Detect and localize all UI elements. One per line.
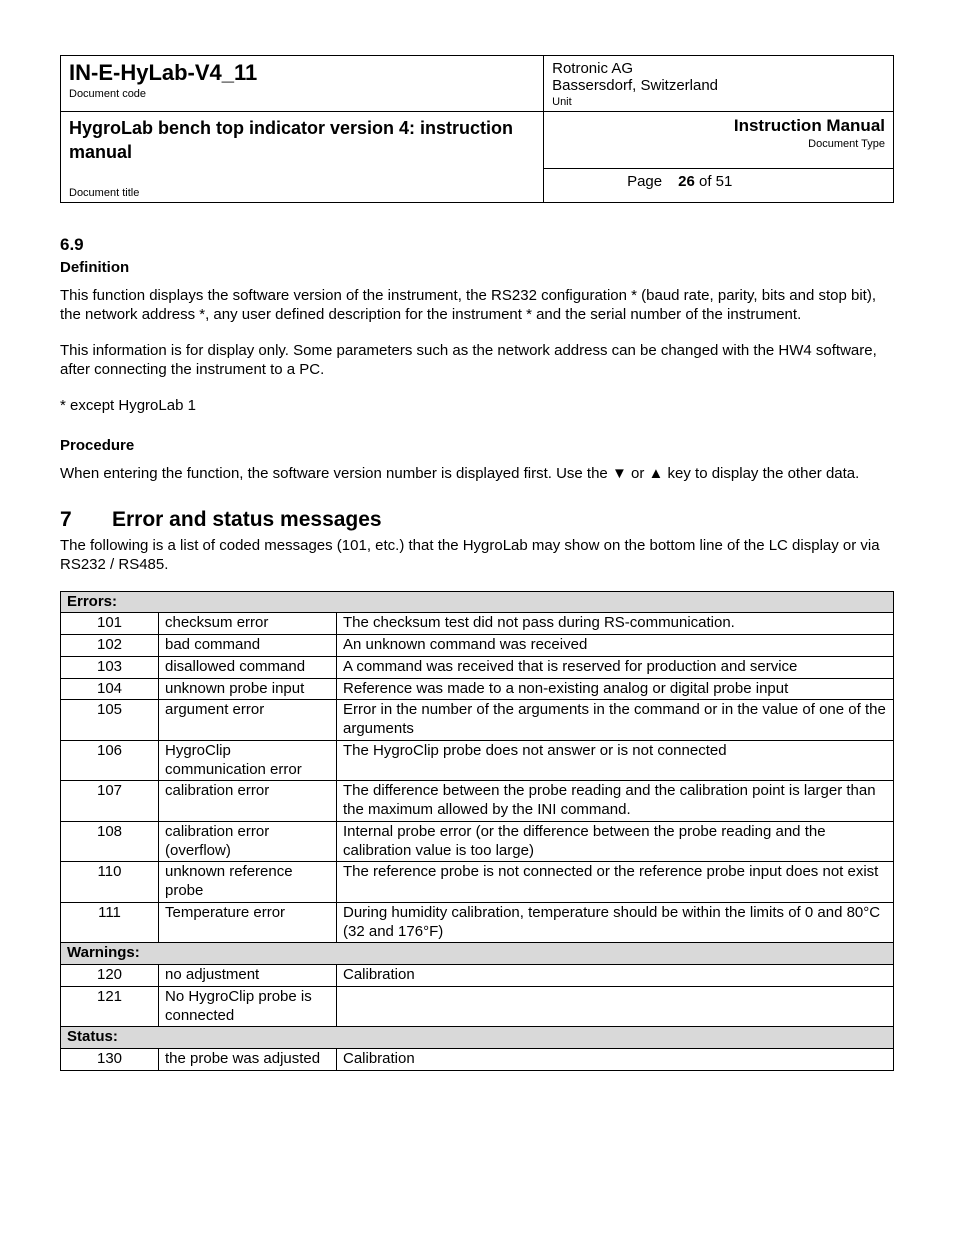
chapter-7-heading: 7Error and status messages [60, 508, 894, 532]
error-code: 130 [61, 1049, 159, 1071]
table-section-label: Warnings: [61, 943, 894, 965]
table-row: 111Temperature errorDuring humidity cali… [61, 902, 894, 943]
chapter-7-intro: The following is a list of coded message… [60, 536, 894, 575]
error-description: The HygroClip probe does not answer or i… [337, 740, 894, 781]
error-name: checksum error [159, 613, 337, 635]
table-row: 107calibration errorThe difference betwe… [61, 781, 894, 822]
error-description: During humidity calibration, temperature… [337, 902, 894, 943]
error-status-table: Errors:101checksum errorThe checksum tes… [60, 591, 894, 1071]
table-row: 101checksum errorThe checksum test did n… [61, 613, 894, 635]
error-description: Internal probe error (or the difference … [337, 821, 894, 862]
definition-paragraph-2: This information is for display only. So… [60, 341, 894, 380]
error-code: 101 [61, 613, 159, 635]
error-description: The checksum test did not pass during RS… [337, 613, 894, 635]
error-code: 105 [61, 700, 159, 741]
triangle-down-icon: ▼ [612, 465, 627, 482]
document-title: HygroLab bench top indicator version 4: … [69, 118, 513, 162]
error-name: No HygroClip probe is connected [159, 986, 337, 1027]
error-name: disallowed command [159, 656, 337, 678]
document-code: IN-E-HyLab-V4_11 [69, 60, 257, 85]
error-name: calibration error [159, 781, 337, 822]
error-name: calibration error (overflow) [159, 821, 337, 862]
section-number-69: 6.9 [60, 235, 894, 255]
error-code: 107 [61, 781, 159, 822]
company-line1: Rotronic AG [552, 60, 633, 77]
table-section-label: Errors: [61, 591, 894, 613]
error-name: the probe was adjusted [159, 1049, 337, 1071]
error-description [337, 986, 894, 1027]
page-current: 26 [678, 173, 695, 190]
error-description: A command was received that is reserved … [337, 656, 894, 678]
heading-definition: Definition [60, 259, 894, 276]
error-code: 103 [61, 656, 159, 678]
doctype-label: Document Type [552, 138, 885, 150]
unit-label: Unit [552, 96, 885, 108]
error-description: Calibration [337, 1049, 894, 1071]
table-row: 121No HygroClip probe is connected [61, 986, 894, 1027]
table-row: 120no adjustmentCalibration [61, 965, 894, 987]
table-row: 103disallowed commandA command was recei… [61, 656, 894, 678]
table-row: 108calibration error (overflow)Internal … [61, 821, 894, 862]
error-name: Temperature error [159, 902, 337, 943]
company-line2: Bassersdorf, Switzerland [552, 77, 718, 94]
definition-paragraph-1: This function displays the software vers… [60, 286, 894, 325]
triangle-up-icon: ▲ [649, 465, 664, 482]
chapter-title: Error and status messages [112, 508, 382, 531]
error-code: 104 [61, 678, 159, 700]
page-total: 51 [716, 173, 733, 190]
error-code: 102 [61, 635, 159, 657]
error-code: 110 [61, 862, 159, 903]
page-of: of [699, 173, 712, 190]
error-description: Calibration [337, 965, 894, 987]
table-row: 105argument errorError in the number of … [61, 700, 894, 741]
error-description: Reference was made to a non-existing ana… [337, 678, 894, 700]
error-code: 120 [61, 965, 159, 987]
table-row: 102bad commandAn unknown command was rec… [61, 635, 894, 657]
table-row: 110unknown reference probeThe reference … [61, 862, 894, 903]
error-name: bad command [159, 635, 337, 657]
error-name: HygroClip communication error [159, 740, 337, 781]
error-name: unknown reference probe [159, 862, 337, 903]
error-name: argument error [159, 700, 337, 741]
error-description: An unknown command was received [337, 635, 894, 657]
doctype-value: Instruction Manual [734, 116, 885, 135]
table-row: 130the probe was adjustedCalibration [61, 1049, 894, 1071]
definition-footnote: * except HygroLab 1 [60, 396, 894, 416]
chapter-number: 7 [60, 508, 112, 532]
error-description: The reference probe is not connected or … [337, 862, 894, 903]
error-code: 108 [61, 821, 159, 862]
error-name: no adjustment [159, 965, 337, 987]
document-header-box: IN-E-HyLab-V4_11 Document code Rotronic … [60, 55, 894, 203]
procedure-paragraph: When entering the function, the software… [60, 464, 894, 484]
table-row: 106HygroClip communication errorThe Hygr… [61, 740, 894, 781]
error-description: Error in the number of the arguments in … [337, 700, 894, 741]
table-row: 104unknown probe inputReference was made… [61, 678, 894, 700]
table-section-label: Status: [61, 1027, 894, 1049]
error-code: 111 [61, 902, 159, 943]
error-code: 106 [61, 740, 159, 781]
error-name: unknown probe input [159, 678, 337, 700]
page-word: Page [627, 173, 662, 190]
error-code: 121 [61, 986, 159, 1027]
error-description: The difference between the probe reading… [337, 781, 894, 822]
document-code-label: Document code [69, 88, 535, 100]
document-title-label: Document title [69, 187, 535, 199]
heading-procedure: Procedure [60, 437, 894, 454]
